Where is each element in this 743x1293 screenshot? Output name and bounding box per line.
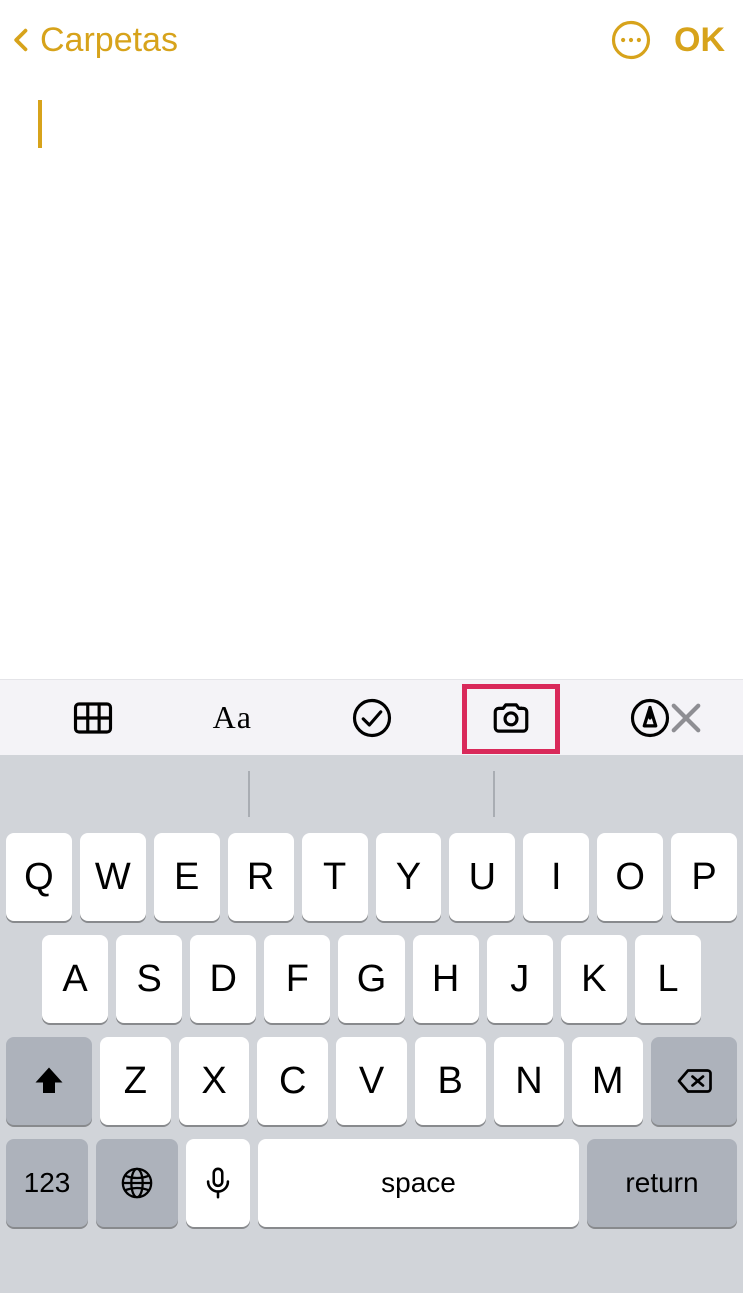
key-f[interactable]: F — [264, 935, 330, 1023]
key-c[interactable]: C — [257, 1037, 328, 1125]
prediction-bar — [6, 755, 737, 833]
navigation-bar: Carpetas OK — [0, 0, 743, 80]
space-key[interactable]: space — [258, 1139, 579, 1227]
close-icon — [665, 697, 707, 739]
key-o[interactable]: O — [597, 833, 663, 921]
key-i[interactable]: I — [523, 833, 589, 921]
camera-icon — [490, 697, 532, 739]
key-s[interactable]: S — [116, 935, 182, 1023]
key-t[interactable]: T — [302, 833, 368, 921]
key-k[interactable]: K — [561, 935, 627, 1023]
checklist-button[interactable] — [351, 697, 393, 739]
key-a[interactable]: A — [42, 935, 108, 1023]
return-key[interactable]: return — [587, 1139, 737, 1227]
globe-icon — [120, 1166, 154, 1200]
key-v[interactable]: V — [336, 1037, 407, 1125]
text-format-button[interactable]: Aa — [211, 697, 253, 739]
key-q[interactable]: Q — [6, 833, 72, 921]
backspace-icon — [676, 1063, 712, 1099]
key-y[interactable]: Y — [376, 833, 442, 921]
key-e[interactable]: E — [154, 833, 220, 921]
key-r[interactable]: R — [228, 833, 294, 921]
shift-key[interactable] — [6, 1037, 92, 1125]
key-p[interactable]: P — [671, 833, 737, 921]
key-m[interactable]: M — [572, 1037, 643, 1125]
key-n[interactable]: N — [494, 1037, 565, 1125]
key-x[interactable]: X — [179, 1037, 250, 1125]
key-w[interactable]: W — [80, 833, 146, 921]
microphone-icon — [201, 1166, 235, 1200]
checkmark-circle-icon — [351, 697, 393, 739]
text-format-icon: Aa — [213, 699, 252, 736]
key-d[interactable]: D — [190, 935, 256, 1023]
key-z[interactable]: Z — [100, 1037, 171, 1125]
prediction-slot[interactable] — [495, 771, 737, 817]
insert-photo-button[interactable] — [490, 697, 532, 739]
key-u[interactable]: U — [449, 833, 515, 921]
prediction-slot[interactable] — [250, 771, 492, 817]
back-label: Carpetas — [40, 21, 178, 60]
backspace-key[interactable] — [651, 1037, 737, 1125]
prediction-slot[interactable] — [6, 771, 248, 817]
insert-table-button[interactable] — [72, 697, 114, 739]
numbers-key[interactable]: 123 — [6, 1139, 88, 1227]
dictation-key[interactable] — [186, 1139, 250, 1227]
chevron-left-icon — [8, 26, 36, 54]
table-icon — [72, 697, 114, 739]
text-cursor — [38, 100, 42, 148]
back-button[interactable]: Carpetas — [8, 21, 178, 60]
note-editor[interactable] — [0, 80, 743, 679]
key-h[interactable]: H — [413, 935, 479, 1023]
more-options-button[interactable] — [610, 19, 652, 61]
shift-icon — [31, 1063, 67, 1099]
formatting-toolbar: Aa — [0, 679, 743, 755]
key-g[interactable]: G — [338, 935, 404, 1023]
dismiss-toolbar-button[interactable] — [665, 697, 707, 739]
done-button[interactable]: OK — [674, 21, 725, 60]
key-b[interactable]: B — [415, 1037, 486, 1125]
onscreen-keyboard: QWERTYUIOP ASDFGHJKL ZXCVBNM 123 — [0, 755, 743, 1293]
globe-key[interactable] — [96, 1139, 178, 1227]
key-j[interactable]: J — [487, 935, 553, 1023]
key-l[interactable]: L — [635, 935, 701, 1023]
